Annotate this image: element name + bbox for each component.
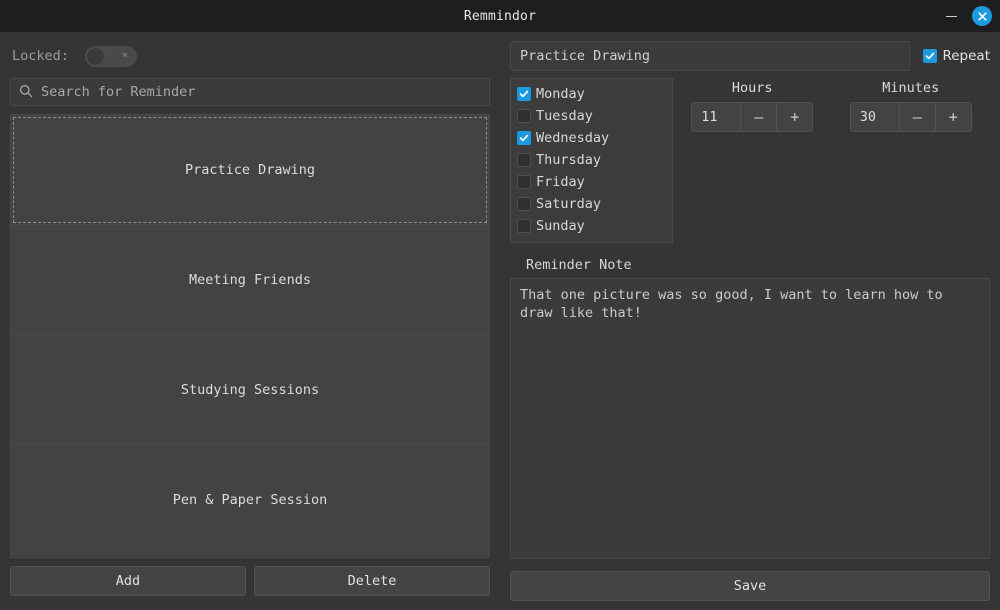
note-label: Reminder Note <box>526 257 632 273</box>
hours-input[interactable] <box>692 103 741 131</box>
day-label: Thursday <box>536 152 602 168</box>
minutes-label: Minutes <box>882 80 940 96</box>
locked-label: Locked: <box>12 48 69 64</box>
note-textarea[interactable]: That one picture was so good, I want to … <box>510 278 990 559</box>
day-checkbox-sunday[interactable]: Sunday <box>517 215 666 237</box>
locked-row: Locked: × <box>10 40 490 72</box>
day-checkbox-wednesday[interactable]: Wednesday <box>517 127 666 149</box>
minutes-increment-button[interactable]: + <box>934 103 971 131</box>
close-icon[interactable] <box>972 6 992 26</box>
list-item[interactable]: Studying Sessions <box>11 335 489 445</box>
day-label: Tuesday <box>536 108 593 124</box>
hours-stepper[interactable]: — + <box>691 102 814 132</box>
list-item-label: Studying Sessions <box>180 381 320 398</box>
left-panel: Locked: × Practice Drawing Meeting Frien… <box>10 40 490 602</box>
app-body: Locked: × Practice Drawing Meeting Frien… <box>0 32 1000 610</box>
day-checkbox-saturday[interactable]: Saturday <box>517 193 666 215</box>
list-item[interactable]: Pen & Paper Session <box>11 445 489 555</box>
window-title: Remmindor <box>463 8 537 24</box>
save-button[interactable]: Save <box>510 571 990 601</box>
days-panel: Monday Tuesday Wednesday Thursday Friday… <box>510 78 673 243</box>
hours-decrement-button[interactable]: — <box>740 103 777 131</box>
day-label: Saturday <box>536 196 602 212</box>
time-spinners: Hours — + Minutes — + <box>673 78 990 132</box>
window-controls <box>942 0 992 32</box>
checkbox-box[interactable] <box>517 109 531 123</box>
minimize-icon[interactable] <box>942 7 960 25</box>
day-checkbox-thursday[interactable]: Thursday <box>517 149 666 171</box>
repeat-label: Repeat <box>942 48 990 64</box>
search-field[interactable] <box>10 78 490 106</box>
list-item[interactable]: Meeting Friends <box>11 225 489 335</box>
minutes-stepper[interactable]: — + <box>849 102 972 132</box>
checkbox-box[interactable] <box>517 197 531 211</box>
day-label: Friday <box>536 174 585 190</box>
day-label: Sunday <box>536 218 585 234</box>
add-button[interactable]: Add <box>10 566 246 596</box>
checkbox-box[interactable] <box>517 87 531 101</box>
minutes-decrement-button[interactable]: — <box>898 103 935 131</box>
delete-button[interactable]: Delete <box>254 566 490 596</box>
reminder-title-input[interactable] <box>510 41 911 71</box>
list-item[interactable]: Practice Drawing <box>11 115 489 225</box>
toggle-off-mark: × <box>121 50 128 61</box>
minutes-input[interactable] <box>850 103 899 131</box>
list-item-label: Meeting Friends <box>189 271 311 288</box>
toggle-knob <box>85 46 105 66</box>
day-checkbox-friday[interactable]: Friday <box>517 171 666 193</box>
day-label: Monday <box>536 86 585 102</box>
list-item-label: Practice Drawing <box>184 161 316 178</box>
search-input[interactable] <box>41 84 481 100</box>
titlebar: Remmindor <box>0 0 1000 32</box>
reminder-list[interactable]: Practice Drawing Meeting Friends Studyin… <box>10 114 490 558</box>
checkbox-box[interactable] <box>517 153 531 167</box>
checkbox-box[interactable] <box>517 131 531 145</box>
save-button-row: Save <box>510 571 990 601</box>
left-button-row: Add Delete <box>10 566 490 596</box>
checkbox-box[interactable] <box>517 175 531 189</box>
schedule-row: Monday Tuesday Wednesday Thursday Friday… <box>510 78 990 243</box>
checkbox-box[interactable] <box>517 219 531 233</box>
repeat-checkbox-box[interactable] <box>923 49 938 63</box>
day-label: Wednesday <box>536 130 610 146</box>
day-checkbox-tuesday[interactable]: Tuesday <box>517 105 666 127</box>
title-row: Repeat <box>510 40 990 72</box>
hours-group: Hours — + <box>691 80 814 132</box>
day-checkbox-monday[interactable]: Monday <box>517 83 666 105</box>
hours-label: Hours <box>731 80 773 96</box>
minutes-group: Minutes — + <box>849 80 972 132</box>
list-item-label: Pen & Paper Session <box>172 492 328 508</box>
repeat-checkbox[interactable]: Repeat <box>923 48 990 64</box>
search-icon <box>19 83 33 102</box>
locked-toggle[interactable]: × <box>84 45 137 67</box>
right-panel: Repeat Monday Tuesday <box>510 40 990 602</box>
hours-increment-button[interactable]: + <box>776 103 813 131</box>
